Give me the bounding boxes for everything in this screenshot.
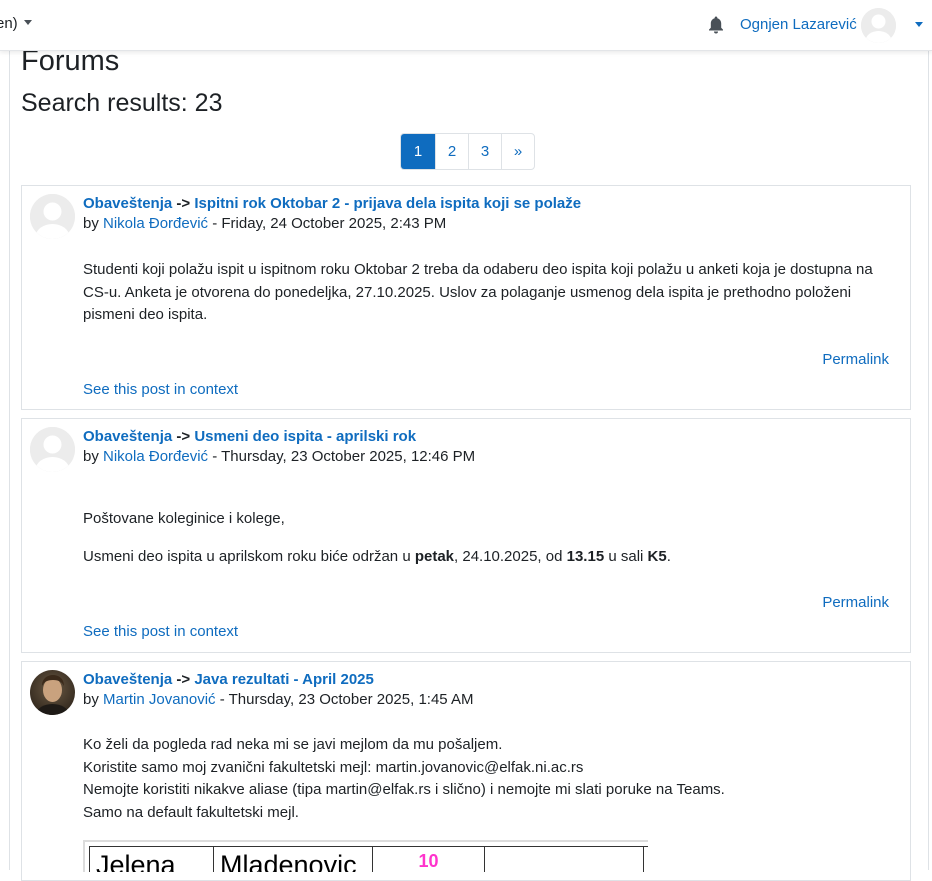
author-link[interactable]: Nikola Đorđević [103,215,208,232]
post-greeting: Poštovane koleginice i kolege, [83,510,285,527]
see-in-context-link[interactable]: See this post in context [83,623,238,640]
post-line: Nemojte koristiti nikakve aliase (tipa m… [83,781,725,798]
subject-separator: -> [176,428,191,445]
author-avatar[interactable] [30,670,75,715]
forum-post: Obaveštenja -> Ispitni rok Oktobar 2 - p… [21,185,911,410]
post-body: Poštovane koleginice i kolege, Usmeni de… [83,508,892,568]
post-author-line: by Martin Jovanović - Thursday, 23 Octob… [83,691,474,708]
default-user-icon [30,427,75,472]
text-segment: , 24.10.2025, od [454,547,567,565]
pagination: 1 2 3 » [400,133,535,170]
forum-link[interactable]: Obaveštenja [83,428,172,445]
author-avatar[interactable] [30,194,75,239]
default-user-icon [861,8,896,43]
post-author-line: by Nikola Đorđević - Thursday, 23 Octobe… [83,448,475,465]
post-subject-line: Obaveštenja -> Java rezultati - April 20… [83,671,374,688]
table-cell-empty [485,847,644,872]
discussion-link[interactable]: Ispitni rok Oktobar 2 - prijava dela isp… [194,195,581,212]
notification-bell-icon[interactable] [707,15,725,35]
author-link[interactable]: Martin Jovanović [103,691,216,708]
text-segment: Usmeni deo ispita u aprilskom roku biće … [83,547,415,565]
post-author-line: by Nikola Đorđević - Friday, 24 October … [83,215,446,232]
forum-link[interactable]: Obaveštenja [83,195,172,212]
permalink-link[interactable]: Permalink [822,351,889,368]
user-menu-chevron-icon[interactable] [915,22,923,27]
results-table-image: Jelena Mladenovic 10 [83,840,648,872]
author-avatar[interactable] [30,427,75,472]
post-text: Studenti koji polažu ispit u ispitnom ro… [83,261,873,323]
user-photo-icon [30,670,75,715]
results-table-row: Jelena Mladenovic 10 [89,846,648,872]
language-menu[interactable]: en) [0,15,32,32]
post-body: Ko želi da pogleda rad neka mi se javi m… [83,734,892,824]
see-in-context-link[interactable]: See this post in context [83,381,238,398]
top-navbar: en) Ognjen Lazarević [0,0,932,51]
discussion-link[interactable]: Java rezultati - April 2025 [194,671,374,688]
post-date: - Friday, 24 October 2025, 2:43 PM [208,215,447,232]
by-label: by [83,691,99,708]
author-link[interactable]: Nikola Đorđević [103,448,208,465]
permalink-link[interactable]: Permalink [822,594,889,611]
page-3-link[interactable]: 3 [468,134,501,169]
bold-time: 13.15 [566,547,605,565]
table-cell-score: 10 [373,847,485,872]
default-user-icon [30,194,75,239]
search-results-heading: Search results: 23 [21,89,223,117]
post-subject-line: Obaveštenja -> Ispitni rok Oktobar 2 - p… [83,195,581,212]
by-label: by [83,215,99,232]
next-page-link[interactable]: » [501,134,534,169]
table-cell-last-name: Mladenovic [214,847,373,872]
chevron-down-icon [23,20,32,25]
forum-link[interactable]: Obaveštenja [83,671,172,688]
table-cell-first-name: Jelena [90,847,214,872]
by-label: by [83,448,99,465]
post-line: Koristite samo moj zvanični fakultetski … [83,758,584,776]
post-date: - Thursday, 23 October 2025, 1:45 AM [215,691,474,708]
language-label: en) [0,15,18,32]
subject-separator: -> [176,671,191,688]
post-text: Usmeni deo ispita u aprilskom roku biće … [83,546,892,569]
page-1-link[interactable]: 1 [401,134,435,169]
bold-room: K5 [647,547,667,565]
post-date: - Thursday, 23 October 2025, 12:46 PM [208,448,476,465]
forum-post: Obaveštenja -> Usmeni deo ispita - april… [21,418,911,653]
post-subject-line: Obaveštenja -> Usmeni deo ispita - april… [83,428,416,445]
page-2-link[interactable]: 2 [435,134,468,169]
text-segment: . [666,547,671,565]
text-segment: u sali [604,547,648,565]
bold-day: petak [414,547,455,565]
post-line: Ko želi da pogleda rad neka mi se javi m… [83,736,503,753]
user-name[interactable]: Ognjen Lazarević [740,16,857,33]
subject-separator: -> [176,195,191,212]
post-body: Studenti koji polažu ispit u ispitnom ro… [83,259,892,327]
user-avatar[interactable] [861,8,896,43]
discussion-link[interactable]: Usmeni deo ispita - aprilski rok [194,428,416,445]
post-line: Samo na default fakultetski mejl. [83,803,299,821]
